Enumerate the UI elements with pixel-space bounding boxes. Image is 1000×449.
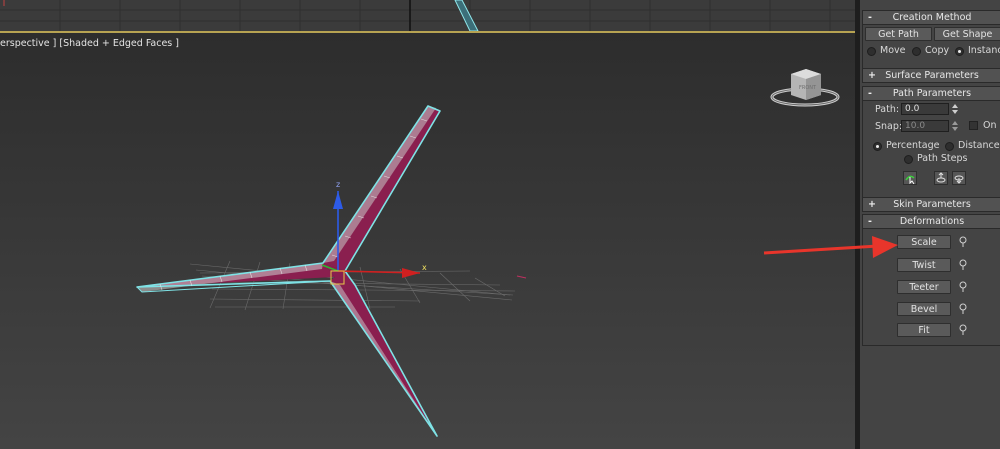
rollout-header-creation-method[interactable]: - Creation Method — [862, 10, 1000, 25]
radio-instance-label: Instance — [968, 45, 1000, 56]
gizmo-axis-z-label: z — [336, 180, 340, 189]
rollout-title: Deformations — [899, 216, 965, 227]
radio-distance[interactable] — [945, 142, 954, 151]
radio-instance[interactable] — [955, 47, 964, 56]
radio-distance-label: Distance — [958, 140, 1000, 151]
viewcube[interactable]: FRONT — [770, 69, 840, 107]
loft-scene: z x FRONT — [136, 69, 840, 437]
bevel-deformation-button[interactable]: Bevel — [897, 302, 951, 316]
snap-on-label: On — [983, 120, 997, 131]
scale-deformation-button[interactable]: Scale — [897, 235, 951, 249]
previous-shape-icon[interactable] — [934, 171, 948, 185]
twist-toggle-bulb-icon[interactable] — [959, 259, 967, 271]
radio-percentage[interactable] — [873, 142, 882, 151]
fit-deformation-button[interactable]: Fit — [897, 323, 951, 337]
rollout-header-path-parameters[interactable]: - Path Parameters — [862, 86, 1000, 101]
path-label: Path: — [875, 104, 900, 115]
top-viewport[interactable] — [0, 0, 855, 31]
next-shape-icon[interactable] — [952, 171, 966, 185]
pick-shape-icon[interactable] — [903, 171, 917, 185]
rollout-deformations: - Deformations Scale Twist Teeter Bevel … — [862, 214, 1000, 346]
radio-path-steps[interactable] — [904, 155, 913, 164]
perspective-viewport[interactable]: z x FRONT erspective ] [Shaded + Edged F… — [0, 33, 855, 449]
snap-input[interactable]: 10.0 — [901, 120, 949, 132]
snap-label: Snap: — [875, 121, 903, 132]
path-spinner-icon[interactable] — [951, 103, 959, 115]
rollout-creation-method: - Creation Method Get Path Get Shape Mov… — [862, 10, 1000, 74]
radio-copy[interactable] — [912, 47, 921, 56]
radio-percentage-label: Percentage — [886, 140, 940, 151]
collapse-toggle-icon: - — [868, 12, 872, 23]
rollout-title: Surface Parameters — [885, 70, 979, 81]
rollout-title: Creation Method — [892, 12, 972, 23]
rollout-header-deformations[interactable]: - Deformations — [862, 214, 1000, 229]
path-input[interactable]: 0.0 — [901, 103, 949, 115]
bevel-toggle-bulb-icon[interactable] — [959, 303, 967, 315]
snap-spinner-icon[interactable] — [951, 120, 959, 132]
collapse-toggle-icon: - — [868, 216, 872, 227]
radio-copy-label: Copy — [925, 45, 950, 56]
radio-move[interactable] — [867, 47, 876, 56]
get-shape-button[interactable]: Get Shape — [934, 27, 1000, 41]
fit-toggle-bulb-icon[interactable] — [959, 324, 967, 336]
rollout-header-surface-parameters[interactable]: + Surface Parameters — [862, 68, 1000, 83]
twist-deformation-button[interactable]: Twist — [897, 258, 951, 272]
teeter-deformation-button[interactable]: Teeter — [897, 280, 951, 294]
radio-move-label: Move — [880, 45, 906, 56]
rollout-header-skin-parameters[interactable]: + Skin Parameters — [862, 197, 1000, 212]
teeter-toggle-bulb-icon[interactable] — [959, 281, 967, 293]
rollout-path-parameters: - Path Parameters Path: 0.0 Snap: 10.0 O… — [862, 86, 1000, 198]
expand-toggle-icon: + — [868, 70, 876, 81]
collapse-toggle-icon: - — [868, 88, 872, 99]
gizmo-axis-x-label: x — [422, 263, 427, 272]
get-path-button[interactable]: Get Path — [865, 27, 932, 41]
rollout-title: Path Parameters — [892, 88, 972, 99]
scale-toggle-bulb-icon[interactable] — [959, 236, 967, 248]
snap-on-checkbox[interactable] — [969, 121, 978, 130]
viewport-label[interactable]: erspective ] [Shaded + Edged Faces ] — [0, 38, 179, 49]
lofted-object — [136, 105, 441, 437]
radio-path-steps-label: Path Steps — [917, 153, 968, 164]
rollout-skin-parameters: + Skin Parameters — [862, 197, 1000, 212]
rollout-surface-parameters: + Surface Parameters — [862, 68, 1000, 83]
viewcube-face-label: FRONT — [799, 85, 817, 91]
expand-toggle-icon: + — [868, 199, 876, 210]
command-panel: - Creation Method Get Path Get Shape Mov… — [860, 0, 1000, 449]
top-viewport-grid — [0, 0, 855, 31]
rollout-title: Skin Parameters — [893, 199, 971, 210]
